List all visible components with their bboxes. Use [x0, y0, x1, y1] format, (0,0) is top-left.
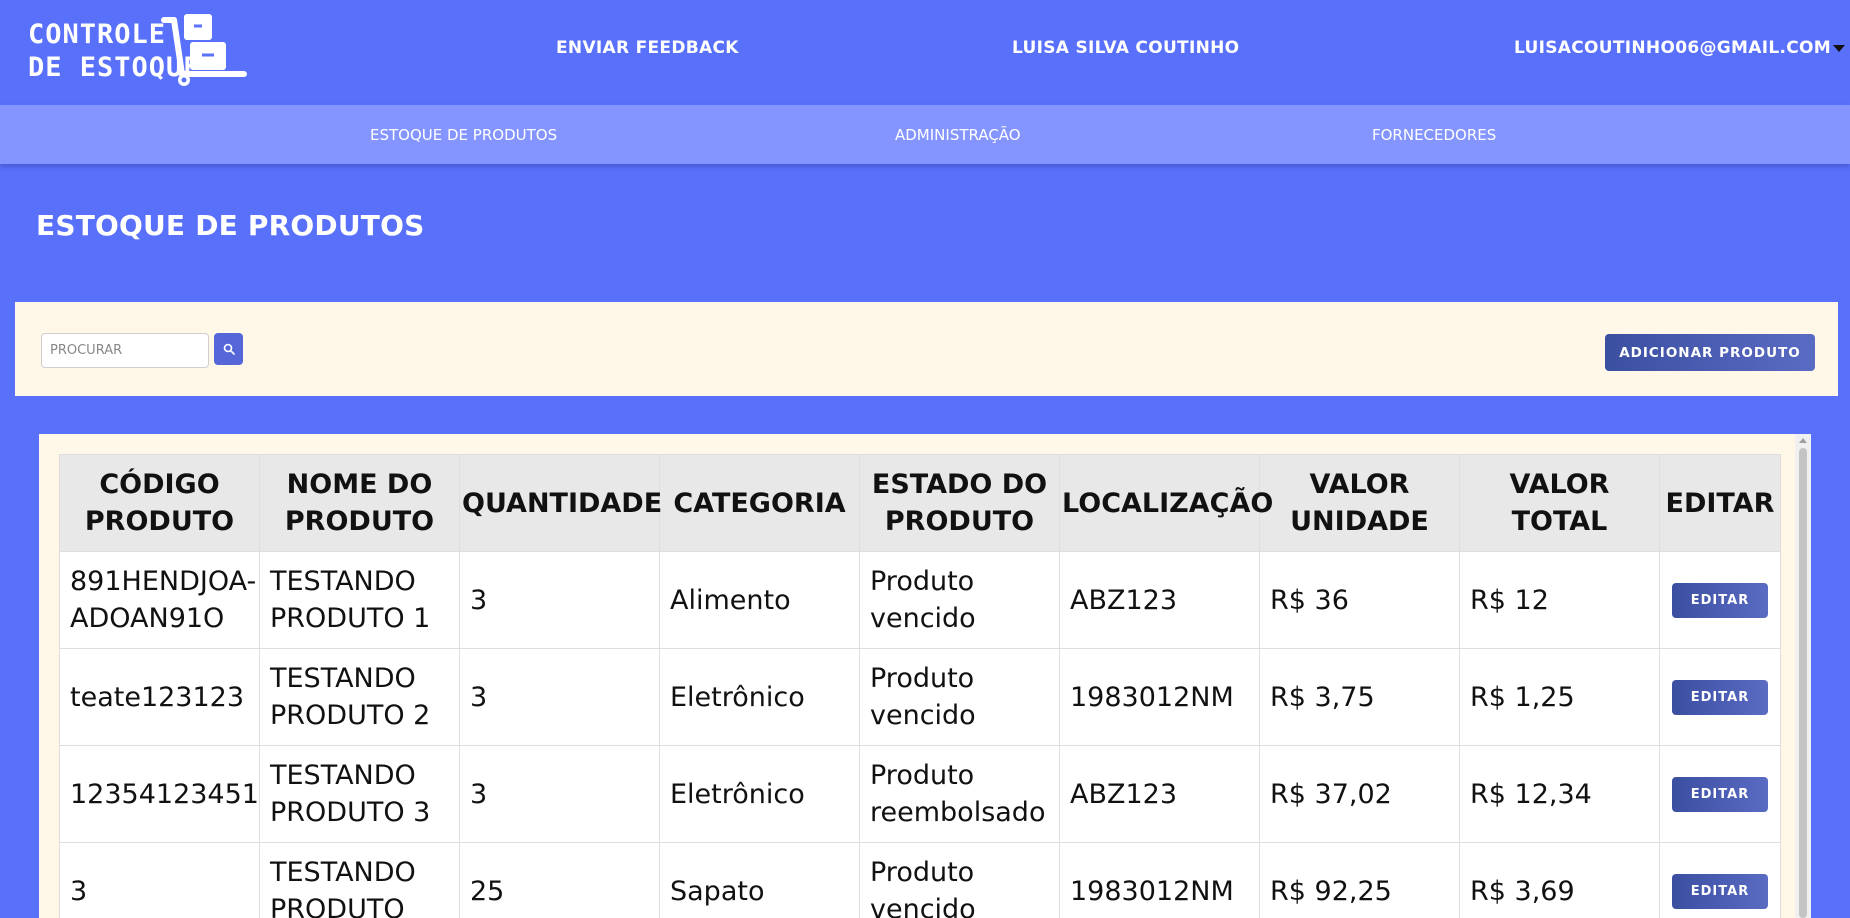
- column-header: LOCALIZAÇÃO: [1059, 454, 1273, 552]
- cell-valor-total: R$ 1,25: [1459, 648, 1660, 746]
- hand-truck-boxes-icon: [161, 14, 247, 86]
- edit-button[interactable]: EDITAR: [1672, 582, 1768, 618]
- cell-localizacao: 1983012NM: [1059, 648, 1260, 746]
- products-table-panel: CÓDIGO PRODUTO NOME DO PRODUTO QUANTIDADE …: [39, 434, 1811, 918]
- edit-button[interactable]: EDITAR: [1672, 679, 1768, 715]
- cell-quantidade: 3: [459, 648, 660, 746]
- cell-categoria: Eletrônico: [659, 745, 860, 843]
- scroll-thumb[interactable]: [1799, 448, 1807, 918]
- user-email: LUISACOUTINHO06@GMAIL.COM: [1514, 38, 1831, 58]
- scroll-up-arrow-icon[interactable]: [1799, 438, 1807, 443]
- cell-nome: TESTANDO PRODUTO 3: [259, 745, 460, 843]
- cell-codigo: teate123123: [59, 648, 260, 746]
- search-button[interactable]: [214, 333, 243, 365]
- cell-estado: Produto reembolsado: [859, 745, 1060, 843]
- cell-categoria: Sapato: [659, 842, 860, 918]
- send-feedback-link[interactable]: ENVIAR FEEDBACK: [556, 38, 739, 58]
- cell-estado: Produto vencido: [859, 551, 1060, 649]
- edit-button[interactable]: EDITAR: [1672, 873, 1768, 909]
- cell-nome: TESTANDO PRODUTO: [259, 842, 460, 918]
- cell-categoria: Alimento: [659, 551, 860, 649]
- cell-nome: TESTANDO PRODUTO 2: [259, 648, 460, 746]
- column-header: CÓDIGO PRODUTO: [59, 454, 260, 552]
- cell-estado: Produto vencido: [859, 842, 1060, 918]
- cell-valor-total: R$ 12,34: [1459, 745, 1660, 843]
- table-row: 891HENDJOA-ADOAN91O TESTANDO PRODUTO 1 3…: [59, 551, 1781, 649]
- cell-valor-total: R$ 12: [1459, 551, 1660, 649]
- nav-item-fornecedores[interactable]: FORNECEDORES: [1372, 126, 1496, 144]
- cell-estado: Produto vencido: [859, 648, 1060, 746]
- cell-editar: EDITAR: [1659, 648, 1781, 746]
- cell-codigo: 123541234512: [59, 745, 260, 843]
- page-title: ESTOQUE DE PRODUTOS: [36, 209, 425, 242]
- search-icon: [223, 343, 235, 355]
- cell-valor-unidade: R$ 36: [1259, 551, 1460, 649]
- app-logo[interactable]: CONTROLE DE ESTOQUE: [28, 12, 248, 90]
- table-row: teate123123 TESTANDO PRODUTO 2 3 Eletrôn…: [59, 648, 1781, 746]
- cell-valor-total: R$ 3,69: [1459, 842, 1660, 918]
- column-header: VALOR UNIDADE: [1259, 454, 1460, 552]
- cell-localizacao: 1983012NM: [1059, 842, 1260, 918]
- cell-editar: EDITAR: [1659, 745, 1781, 843]
- cell-codigo: 3: [59, 842, 260, 918]
- cell-editar: EDITAR: [1659, 842, 1781, 918]
- cell-localizacao: ABZ123: [1059, 551, 1260, 649]
- top-header: CONTROLE DE ESTOQUE ENVIAR FEEDBACK LUIS…: [0, 0, 1850, 105]
- cell-valor-unidade: R$ 3,75: [1259, 648, 1460, 746]
- main-nav: ESTOQUE DE PRODUTOS ADMINISTRAÇÃO FORNEC…: [0, 105, 1850, 164]
- column-header: NOME DO PRODUTO: [259, 454, 460, 552]
- nav-item-estoque-de-produtos[interactable]: ESTOQUE DE PRODUTOS: [370, 126, 557, 144]
- column-header: ESTADO DO PRODUTO: [859, 454, 1060, 552]
- search-input[interactable]: [41, 333, 209, 368]
- cell-codigo: 891HENDJOA-ADOAN91O: [59, 551, 260, 649]
- user-email-dropdown[interactable]: LUISACOUTINHO06@GMAIL.COM: [1514, 38, 1845, 58]
- add-product-button[interactable]: ADICIONAR PRODUTO: [1605, 334, 1815, 371]
- cell-categoria: Eletrônico: [659, 648, 860, 746]
- user-name: LUISA SILVA COUTINHO: [1012, 38, 1240, 58]
- cell-nome: TESTANDO PRODUTO 1: [259, 551, 460, 649]
- table-header-row: CÓDIGO PRODUTO NOME DO PRODUTO QUANTIDADE …: [59, 454, 1781, 552]
- edit-button[interactable]: EDITAR: [1672, 776, 1768, 812]
- column-header: CATEGORIA: [659, 454, 860, 552]
- table-row: 3 TESTANDO PRODUTO 25 Sapato Produto ven…: [59, 842, 1781, 918]
- toolbar-panel: ADICIONAR PRODUTO: [15, 302, 1838, 396]
- cell-quantidade: 25: [459, 842, 660, 918]
- nav-item-administracao[interactable]: ADMINISTRAÇÃO: [895, 126, 1021, 144]
- column-header: EDITAR: [1659, 454, 1781, 552]
- caret-down-icon: [1832, 44, 1845, 52]
- cell-valor-unidade: R$ 92,25: [1259, 842, 1460, 918]
- cell-editar: EDITAR: [1659, 551, 1781, 649]
- cell-quantidade: 3: [459, 551, 660, 649]
- products-table: CÓDIGO PRODUTO NOME DO PRODUTO QUANTIDADE …: [59, 454, 1781, 918]
- column-header: VALOR TOTAL: [1459, 454, 1660, 552]
- table-scrollbar[interactable]: [1795, 434, 1811, 918]
- column-header: QUANTIDADE: [459, 454, 662, 552]
- table-row: 123541234512 TESTANDO PRODUTO 3 3 Eletrô…: [59, 745, 1781, 843]
- cell-valor-unidade: R$ 37,02: [1259, 745, 1460, 843]
- cell-localizacao: ABZ123: [1059, 745, 1260, 843]
- cell-quantidade: 3: [459, 745, 660, 843]
